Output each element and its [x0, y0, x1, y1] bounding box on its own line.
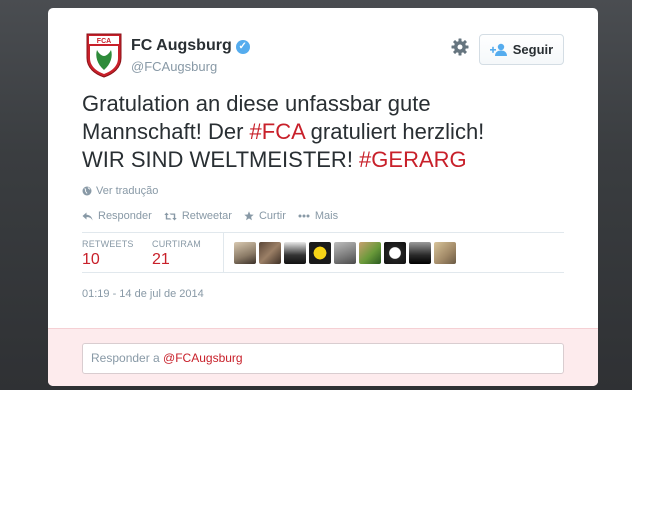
favoriter-avatars — [234, 242, 456, 264]
tweet-text-line2b: gratuliert herzlich! — [304, 119, 485, 144]
account-handle[interactable]: @FCAugsburg — [131, 59, 217, 74]
follow-button[interactable]: Seguir — [479, 34, 564, 65]
tweet-text-line3a: WIR SIND WELTMEISTER! — [82, 147, 360, 172]
tweet-text-line1: Gratulation an diese unfassbar gute — [82, 91, 431, 116]
tweet-actions: Responder Retweetar Curtir Mais — [82, 210, 338, 222]
favorites-stat[interactable]: CURTIRAM 21 — [152, 239, 201, 269]
globe-icon — [82, 186, 92, 196]
favorite-action[interactable]: Curtir — [244, 210, 286, 222]
hashtag-fca[interactable]: #FCA — [250, 119, 305, 144]
account-name-text[interactable]: FC Augsburg — [131, 37, 232, 54]
svg-text:FCA: FCA — [97, 38, 111, 45]
account-name[interactable]: FC Augsburg ✓ — [131, 37, 250, 55]
retweets-stat-label: RETWEETS — [82, 239, 134, 249]
fca-crest-logo[interactable]: FCA — [85, 32, 123, 78]
more-dots-icon — [298, 214, 310, 218]
reply-area: Responder a @FCAugsburg — [48, 328, 598, 386]
avatar[interactable] — [259, 242, 281, 264]
avatar[interactable] — [309, 242, 331, 264]
tweet-timestamp: 01:19 - 14 de jul de 2014 — [82, 288, 204, 300]
translate-label[interactable]: Ver tradução — [96, 185, 158, 197]
avatar[interactable] — [334, 242, 356, 264]
avatar[interactable] — [409, 242, 431, 264]
tweet-header: FCA FC Augsburg ✓ @FCAugsburg Seguir — [81, 32, 571, 82]
favorite-label[interactable]: Curtir — [259, 210, 286, 222]
favorites-stat-label: CURTIRAM — [152, 239, 201, 249]
retweets-stat[interactable]: RETWEETS 10 — [82, 239, 134, 269]
avatar[interactable] — [234, 242, 256, 264]
more-action[interactable]: Mais — [298, 210, 338, 222]
gear-icon[interactable] — [451, 38, 469, 56]
retweet-action[interactable]: Retweetar — [164, 210, 232, 222]
retweet-label[interactable]: Retweetar — [182, 210, 232, 222]
follow-button-label: Seguir — [512, 42, 554, 57]
reply-action[interactable]: Responder — [82, 210, 152, 222]
tweet-text-line2a: Mannschaft! Der — [82, 119, 250, 144]
tweet-card: FCA FC Augsburg ✓ @FCAugsburg Seguir Gra… — [48, 8, 598, 386]
tweet-stats: RETWEETS 10 CURTIRAM 21 — [82, 232, 564, 273]
translate-link[interactable]: Ver tradução — [82, 185, 158, 197]
avatar[interactable] — [384, 242, 406, 264]
favorites-count[interactable]: 21 — [152, 251, 201, 269]
tweet-text: Gratulation an diese unfassbar gute Mann… — [82, 90, 572, 174]
reply-placeholder-mention: @FCAugsburg — [163, 351, 243, 365]
stats-divider — [223, 233, 224, 273]
verified-badge-icon: ✓ — [235, 40, 250, 54]
retweets-count[interactable]: 10 — [82, 251, 134, 269]
more-label[interactable]: Mais — [315, 210, 338, 222]
reply-icon — [82, 212, 93, 220]
avatar[interactable] — [284, 242, 306, 264]
reply-label[interactable]: Responder — [98, 210, 152, 222]
avatar[interactable] — [434, 242, 456, 264]
hashtag-gerarg[interactable]: #GERARG — [359, 147, 467, 172]
reply-input[interactable]: Responder a @FCAugsburg — [82, 343, 564, 374]
avatar[interactable] — [359, 242, 381, 264]
follow-person-icon — [489, 43, 507, 56]
retweet-icon — [164, 212, 177, 220]
star-icon — [244, 211, 254, 221]
reply-placeholder-prefix: Responder a — [91, 351, 164, 365]
